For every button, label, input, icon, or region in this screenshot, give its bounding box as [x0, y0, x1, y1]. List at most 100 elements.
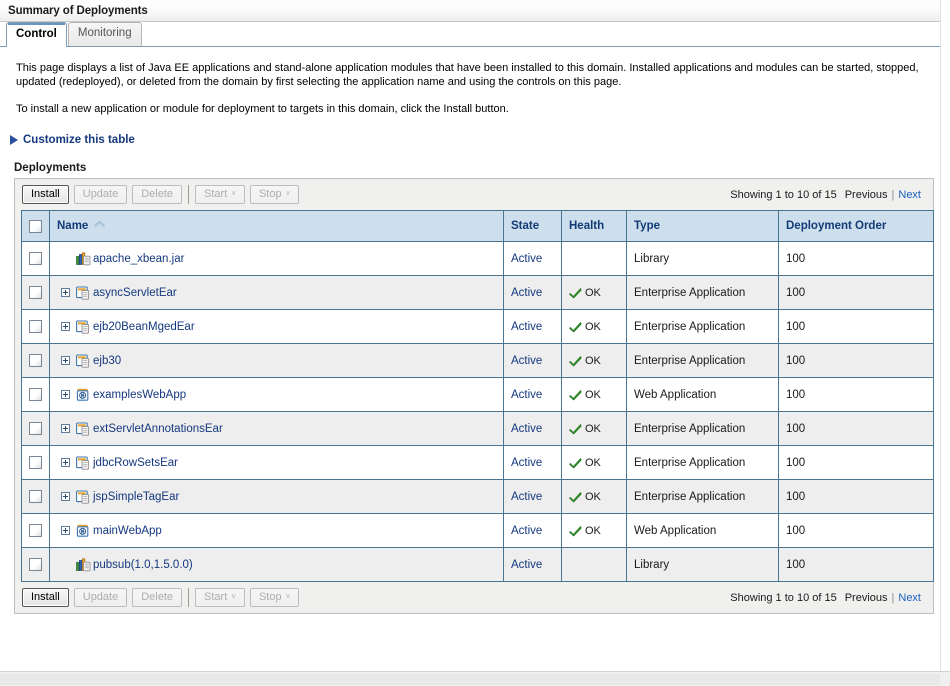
- start-menu-button-bottom[interactable]: Start ˅: [195, 588, 245, 607]
- deployment-order-cell: 100: [778, 479, 934, 514]
- row-select-checkbox[interactable]: [29, 422, 42, 435]
- start-menu-button-top[interactable]: Start ˅: [195, 185, 245, 204]
- tab-underline: [0, 46, 948, 47]
- column-header-name[interactable]: Name: [49, 210, 504, 242]
- deployment-state-link[interactable]: Active: [511, 457, 542, 469]
- deployment-name-link[interactable]: jspSimpleTagEar: [93, 491, 179, 503]
- pagination-top-next[interactable]: Next: [898, 189, 921, 201]
- deployment-state-link[interactable]: Active: [511, 525, 542, 537]
- deployment-name-link[interactable]: examplesWebApp: [93, 389, 186, 401]
- deployment-type-cell: Enterprise Application: [626, 343, 779, 378]
- row-select-checkbox[interactable]: [29, 524, 42, 537]
- stop-menu-button-bottom[interactable]: Stop ˅: [249, 588, 300, 607]
- deployment-state-link[interactable]: Active: [511, 287, 542, 299]
- deployment-type-cell: Enterprise Application: [626, 445, 779, 480]
- table-row: extServletAnnotationsEar Active OK Enterpri…: [21, 411, 934, 446]
- deployment-state-link[interactable]: Active: [511, 423, 542, 435]
- deployment-name-cell: pubsub(1.0,1.5.0.0): [49, 547, 504, 582]
- column-header-type[interactable]: Type: [626, 210, 779, 242]
- deployment-health-cell: OK: [561, 377, 627, 412]
- column-header-state[interactable]: State: [503, 210, 562, 242]
- tab-monitoring[interactable]: Monitoring: [67, 22, 142, 46]
- row-select-checkbox[interactable]: [29, 456, 42, 469]
- deployment-health-cell: OK: [561, 513, 627, 548]
- deployment-name-link[interactable]: mainWebApp: [93, 525, 162, 537]
- deployment-state-link[interactable]: Active: [511, 491, 542, 503]
- toolbar-top-buttons: Install Update Delete Start ˅ Stop ˅: [22, 185, 304, 204]
- deployment-name-cell: ejb20BeanMgedEar: [49, 309, 504, 344]
- deployment-name-wrapper: pubsub(1.0,1.5.0.0): [57, 557, 503, 572]
- row-select-checkbox[interactable]: [29, 286, 42, 299]
- expand-row-icon[interactable]: [61, 356, 70, 365]
- deployment-name-link[interactable]: asyncServletEar: [93, 287, 177, 299]
- ear-icon: [76, 319, 91, 334]
- deployment-name-cell: apache_xbean.jar: [49, 241, 504, 276]
- deployment-name-link[interactable]: jdbcRowSetsEar: [93, 457, 178, 469]
- page-title: Summary of Deployments: [8, 4, 148, 17]
- deployment-name-link[interactable]: ejb20BeanMgedEar: [93, 321, 195, 333]
- vertical-scroll-edge[interactable]: [940, 0, 950, 671]
- health-status: OK: [569, 321, 626, 333]
- row-select-checkbox[interactable]: [29, 354, 42, 367]
- delete-button-bottom[interactable]: Delete: [132, 588, 183, 607]
- health-status-label: OK: [585, 490, 601, 503]
- column-header-type-label: Type: [634, 220, 660, 232]
- deployment-name-wrapper: examplesWebApp: [57, 388, 503, 402]
- expand-row-icon[interactable]: [61, 288, 70, 297]
- deployment-name-link[interactable]: pubsub(1.0,1.5.0.0): [93, 559, 193, 571]
- ear-icon: [76, 455, 91, 470]
- deployment-state-cell: Active: [503, 513, 562, 548]
- customize-this-table-toggle[interactable]: Customize this table: [10, 134, 135, 146]
- deployment-name-cell: extServletAnnotationsEar: [49, 411, 504, 446]
- deployment-state-cell: Active: [503, 547, 562, 582]
- health-status: OK: [569, 423, 626, 435]
- expand-row-icon[interactable]: [61, 390, 70, 399]
- table-row: pubsub(1.0,1.5.0.0) Active Library 100: [21, 547, 934, 582]
- deployment-name-cell: ejb30: [49, 343, 504, 378]
- column-header-health[interactable]: Health: [561, 210, 627, 242]
- health-status-label: OK: [585, 286, 601, 299]
- stop-menu-button-top[interactable]: Stop ˅: [249, 185, 300, 204]
- deployment-state-link[interactable]: Active: [511, 559, 542, 571]
- row-select-checkbox[interactable]: [29, 252, 42, 265]
- expand-row-icon[interactable]: [61, 424, 70, 433]
- install-button-top[interactable]: Install: [22, 185, 69, 204]
- install-button-bottom[interactable]: Install: [22, 588, 69, 607]
- deployment-name-wrapper: extServletAnnotationsEar: [57, 421, 503, 436]
- deployment-state-link[interactable]: Active: [511, 355, 542, 367]
- pagination-bottom-next[interactable]: Next: [898, 592, 921, 604]
- expand-row-icon[interactable]: [61, 458, 70, 467]
- check-ok-icon: [569, 321, 582, 333]
- horizontal-scrollbar[interactable]: [0, 671, 950, 686]
- update-button-top[interactable]: Update: [73, 185, 128, 204]
- select-all-checkbox[interactable]: [29, 219, 42, 233]
- expand-row-icon[interactable]: [61, 322, 70, 331]
- tab-control[interactable]: Control: [6, 22, 67, 47]
- deployment-name-link[interactable]: apache_xbean.jar: [93, 253, 184, 265]
- deployment-name-link[interactable]: extServletAnnotationsEar: [93, 423, 223, 435]
- check-ok-icon: [569, 287, 582, 299]
- expand-row-icon[interactable]: [61, 526, 70, 535]
- expand-row-icon[interactable]: [61, 492, 70, 501]
- row-select-checkbox[interactable]: [29, 320, 42, 333]
- row-select-checkbox[interactable]: [29, 490, 42, 503]
- stop-menu-button-bottom-label: Stop: [258, 591, 282, 603]
- deployment-health-cell: [561, 241, 627, 276]
- deployment-health-cell: OK: [561, 479, 627, 514]
- chevron-down-icon: ˅: [231, 592, 236, 601]
- deployment-state-link[interactable]: Active: [511, 321, 542, 333]
- horizontal-scrollbar-track[interactable]: [0, 674, 940, 685]
- deployment-state-link[interactable]: Active: [511, 389, 542, 401]
- update-button-bottom[interactable]: Update: [73, 588, 128, 607]
- deployment-name-link[interactable]: ejb30: [93, 355, 121, 367]
- health-status-label: OK: [585, 388, 601, 401]
- deployment-order-cell: 100: [778, 241, 934, 276]
- column-header-name-label: Name: [57, 220, 89, 232]
- column-header-deployment-order[interactable]: Deployment Order: [778, 210, 934, 242]
- delete-button-top[interactable]: Delete: [132, 185, 183, 204]
- install-button-top-label: Install: [31, 188, 60, 200]
- row-select-checkbox[interactable]: [29, 388, 42, 401]
- deployment-state-link[interactable]: Active: [511, 253, 542, 265]
- deployment-name-wrapper: ejb30: [57, 353, 503, 368]
- row-select-checkbox[interactable]: [29, 558, 42, 571]
